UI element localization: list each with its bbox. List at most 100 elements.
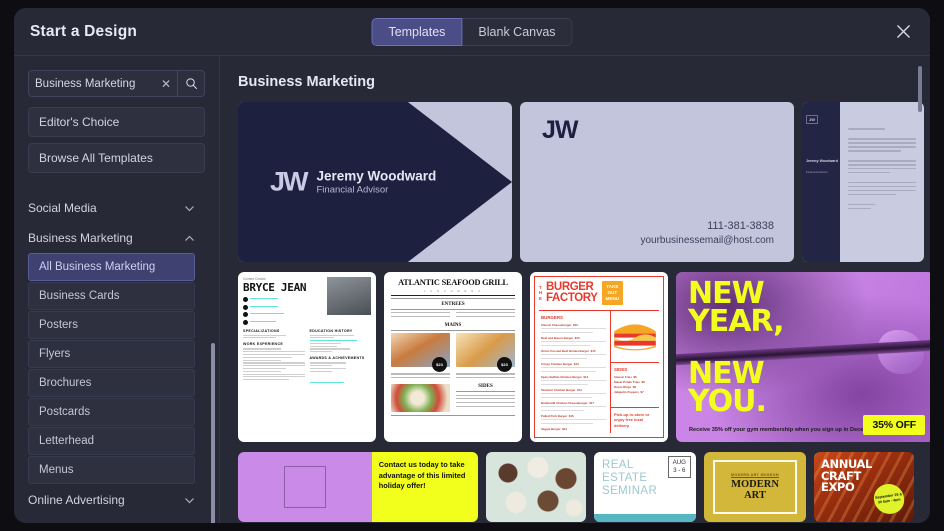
sidebar-group-label: Social Media: [28, 201, 97, 215]
resume-column-right: EDUCATION HISTORY AWARDS & ACHIEVEMENTS: [309, 325, 372, 385]
close-icon: [896, 25, 910, 38]
headline-line-3: EXPO: [821, 480, 855, 495]
monogram: JW: [542, 116, 578, 144]
sidebar-item-posters[interactable]: Posters: [28, 311, 195, 339]
sides-column: SIDES Classic Fries $6 Sweet Potato Frie…: [611, 363, 659, 408]
tab-templates[interactable]: Templates: [371, 17, 463, 46]
placeholder-panel: [238, 452, 372, 522]
monogram: JW: [270, 166, 308, 197]
burgers-column: BURGERS Classic Cheeseburger $12 Beef an…: [539, 310, 611, 433]
burger-icon: [614, 324, 656, 351]
resume-section-title: AWARDS & ACHIEVEMENTS: [309, 356, 365, 361]
view-mode-tabs: Templates Blank Canvas: [371, 17, 573, 46]
fine-print: Receive 35% off your gym membership when…: [689, 427, 879, 433]
dish-photo: [391, 383, 450, 412]
resume-columns: SPECIALIZATIONS WORK EXPERIENCE EDUCATIO…: [243, 325, 371, 385]
letterhead-body: [840, 102, 924, 262]
template-card-new-year-new-you[interactable]: NEW YEAR, NEW YOU. Receive 35% off your …: [676, 272, 930, 442]
start-a-design-modal: Start a Design Templates Blank Canvas ✕: [14, 8, 930, 523]
person-role: Financial Advisor: [316, 184, 389, 196]
brand-prefix: THE: [539, 285, 543, 301]
template-card-jeremy-woodward-business-card[interactable]: JW Jeremy Woodward Financial Advisor: [238, 102, 512, 262]
expo-headline: ANNUAL CRAFT EXPO: [821, 458, 872, 495]
menu-section-title: MAINS: [444, 322, 462, 328]
sidebar-item-business-cards[interactable]: Business Cards: [28, 282, 195, 310]
template-row: Content Creator BRYCE JEAN SPECIALIZATIO…: [238, 272, 930, 442]
modal-header: Start a Design Templates Blank Canvas: [14, 8, 930, 56]
headline-line-3: SEMINAR: [602, 484, 658, 497]
resume-section-title: SPECIALIZATIONS: [243, 328, 280, 333]
headline-bottom: NEW YOU.: [688, 359, 767, 417]
sidebar-item-letterhead[interactable]: Letterhead: [28, 427, 195, 455]
template-row: Contact us today to take advantage of th…: [238, 452, 930, 522]
date-starburst: September 29 & 30 9am - 4pm: [872, 482, 906, 516]
offer-text: Contact us today to take advantage of th…: [371, 452, 478, 522]
monogram: JW: [806, 115, 818, 124]
menu-header: THE BURGER FACTORY TAKE OUT MENU: [539, 281, 659, 311]
letterhead-sidebar: JW Jeremy Woodward Financial Advisor: [802, 102, 840, 262]
template-card-cupcakes[interactable]: [486, 452, 586, 522]
menu-section-title: SIDES: [478, 383, 493, 389]
template-card-jeremy-woodward-back[interactable]: JW 111-381-3838 yourbusinessemail@host.c…: [520, 102, 794, 262]
search-button[interactable]: [177, 71, 204, 96]
date-days: 3 - 6: [673, 467, 686, 475]
template-card-letterhead[interactable]: JW Jeremy Woodward Financial Advisor: [802, 102, 924, 262]
template-card-modern-art[interactable]: MODERN ART MUSEUM MODERN ART: [704, 452, 806, 522]
gallery-heading: Business Marketing: [238, 74, 375, 90]
sidebar-item-all-business-marketing[interactable]: All Business Marketing: [28, 253, 195, 281]
sidebar-item-browse-all-templates[interactable]: Browse All Templates: [28, 143, 205, 173]
resume-photo: [327, 277, 371, 315]
email-address: yourbusinessemail@host.com: [640, 235, 774, 246]
person-name: Jeremy Woodward: [316, 168, 437, 184]
sidebar-item-flyers[interactable]: Flyers: [28, 340, 195, 368]
sidebar-item-editors-choice[interactable]: Editor's Choice: [28, 107, 205, 137]
poster-border: MODERN ART MUSEUM MODERN ART: [713, 459, 797, 515]
dish-photo: $23: [456, 333, 515, 373]
sidebar-group-events-and-cards[interactable]: Events and Cards: [14, 515, 209, 523]
template-card-real-estate-seminar[interactable]: REAL ESTATE SEMINAR AUG 3 - 6: [594, 452, 696, 522]
headline-line-4: YOU.: [688, 383, 767, 419]
menu-section-title: SIDES: [614, 366, 628, 372]
price-badge: $23: [497, 357, 512, 373]
category-list: Social Media Business Marketing All Busi…: [14, 193, 219, 523]
sidebar-item-postcards[interactable]: Postcards: [28, 398, 195, 426]
headline-top: NEW YEAR,: [688, 279, 784, 337]
bullet-icon: [243, 304, 248, 310]
template-card-holiday-offer[interactable]: Contact us today to take advantage of th…: [238, 452, 478, 522]
modal-body: ✕ Editor's Choice Browse All Templates S…: [14, 56, 930, 523]
close-button[interactable]: [890, 19, 916, 45]
template-gallery: Business Marketing JW Jeremy Woodward Fi…: [220, 56, 930, 523]
offer-badge: 35% OFF: [863, 415, 925, 435]
poster-eyebrow: MODERN ART MUSEUM: [731, 472, 779, 477]
gallery-scrollbar[interactable]: [918, 66, 922, 112]
sidebar-group-label: Business Marketing: [28, 231, 133, 245]
template-card-atlantic-seafood-grill-menu[interactable]: ATLANTIC SEAFOOD GRILL L U N C H M E N U…: [384, 272, 522, 442]
menu-entrees: [391, 312, 515, 320]
sidebar-group-online-advertising[interactable]: Online Advertising: [14, 485, 209, 515]
sidebar: ✕ Editor's Choice Browse All Templates S…: [14, 56, 220, 523]
clear-search-icon[interactable]: ✕: [155, 71, 177, 96]
sidebar-group-social-media[interactable]: Social Media: [14, 193, 209, 223]
card-content: JW Jeremy Woodward Financial Advisor: [270, 167, 436, 198]
headline-line-2: YEAR,: [688, 303, 784, 339]
template-card-annual-craft-expo[interactable]: ANNUAL CRAFT EXPO September 29 & 30 9am …: [814, 452, 914, 522]
tab-blank-canvas[interactable]: Blank Canvas: [462, 17, 573, 46]
bullet-icon: [243, 312, 248, 317]
sidebar-item-menus[interactable]: Menus: [28, 456, 195, 484]
headline-line-1: MODERN: [731, 478, 779, 490]
headline-line-2: ART: [744, 489, 766, 501]
template-card-burger-factory-menu[interactable]: THE BURGER FACTORY TAKEOUTMENU BURGERS: [530, 272, 668, 442]
sidebar-group-business-marketing[interactable]: Business Marketing: [14, 223, 209, 253]
sidebar-item-brochures[interactable]: Brochures: [28, 369, 195, 397]
search-icon: [185, 78, 197, 90]
resume-name: BRYCE JEAN: [243, 281, 307, 294]
template-card-bryce-jean-resume[interactable]: Content Creator BRYCE JEAN SPECIALIZATIO…: [238, 272, 376, 442]
resume-header: Content Creator BRYCE JEAN: [243, 277, 371, 325]
footer-band: [594, 514, 696, 522]
search-input[interactable]: [29, 71, 155, 96]
headline-line-2: ESTATE: [602, 471, 648, 484]
burger-illustration: [611, 311, 659, 363]
sidebar-scrollbar[interactable]: [211, 343, 215, 523]
bullet-icon: [243, 297, 248, 302]
sidebar-group-label: Online Advertising: [28, 493, 125, 507]
